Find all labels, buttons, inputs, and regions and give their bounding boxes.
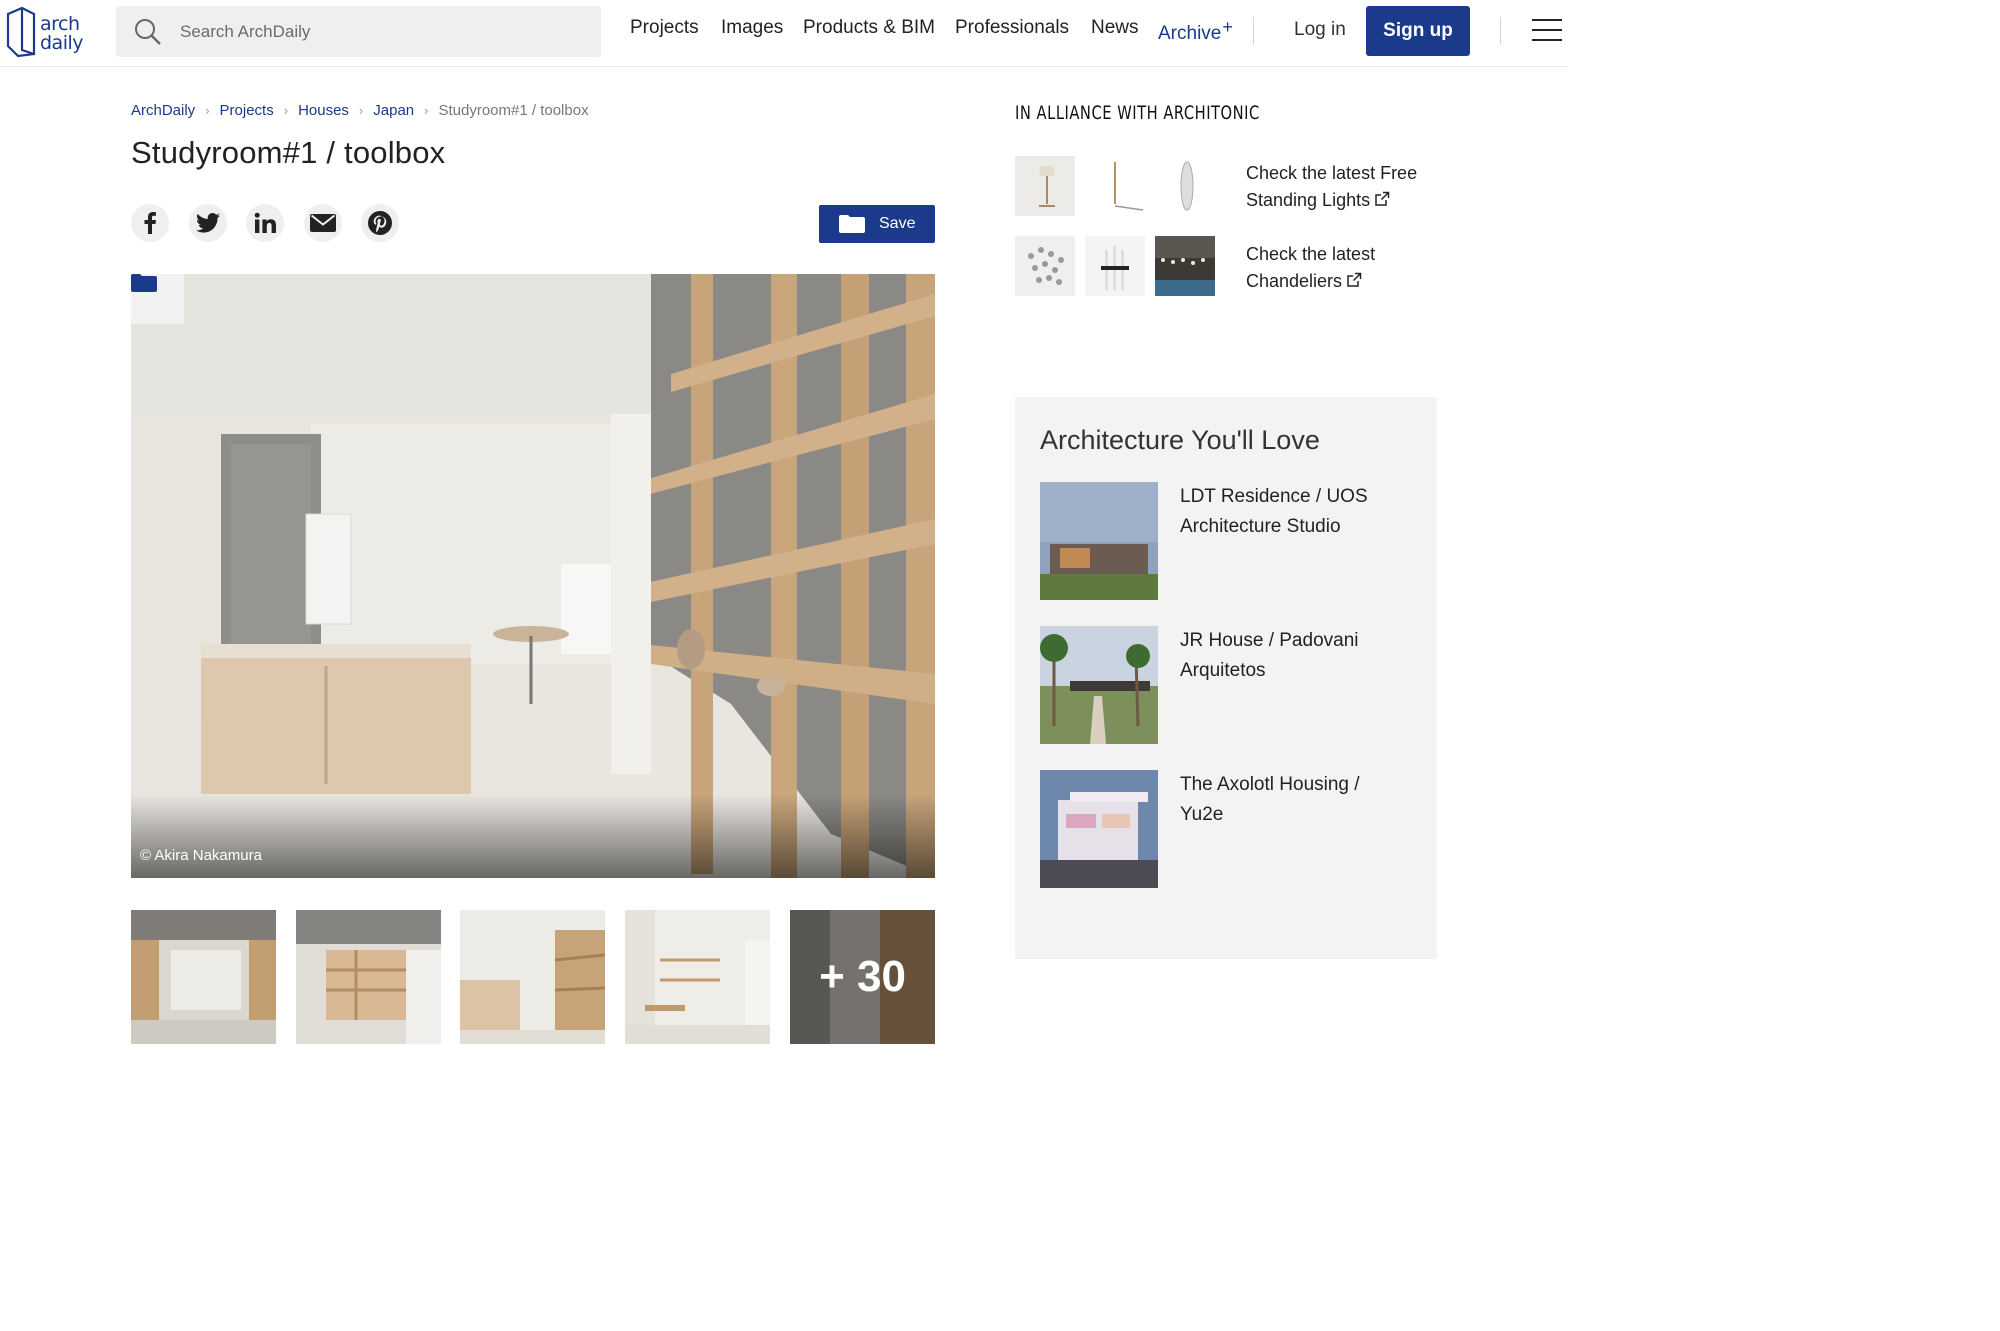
alliance-link-chandeliers[interactable]: Check the latest Chandeliers: [1246, 241, 1436, 295]
nav-news[interactable]: News: [1091, 17, 1139, 47]
breadcrumb-archdaily[interactable]: ArchDaily: [131, 102, 195, 119]
chevron-right-icon: ›: [205, 103, 210, 118]
breadcrumb-current: Studyroom#1 / toolbox: [438, 102, 589, 119]
interior-photo: [131, 274, 935, 878]
gallery-thumbnail[interactable]: [131, 910, 276, 1044]
nav-projects[interactable]: Projects: [630, 17, 699, 47]
alliance-link-lights[interactable]: Check the latest Free Standing Lights: [1246, 160, 1436, 214]
login-link[interactable]: Log in: [1294, 19, 1346, 41]
gallery-thumbnail-more[interactable]: + 30: [790, 910, 935, 1044]
recommendation-image[interactable]: [1040, 482, 1158, 600]
nav-archive-label: Archive: [1158, 23, 1222, 44]
recommendation-link[interactable]: JR House / Padovani Arquitetos: [1180, 626, 1400, 686]
recommendation-image[interactable]: [1040, 626, 1158, 744]
recommendations-title: Architecture You'll Love: [1040, 425, 1320, 455]
chevron-right-icon: ›: [283, 103, 289, 118]
external-link-icon: [1375, 191, 1390, 206]
logo-text-bottom: daily: [40, 32, 84, 54]
folder-icon: [839, 215, 865, 233]
chevron-right-icon: ›: [358, 103, 364, 118]
product-thumbnail[interactable]: [1015, 156, 1075, 216]
breadcrumb-projects[interactable]: Projects: [220, 102, 274, 119]
alliance-heading: IN ALLIANCE WITH ARCHITONIC: [1015, 102, 1260, 124]
photo-credit: © Akira Nakamura: [140, 847, 262, 864]
external-link-icon: [1347, 272, 1362, 287]
hamburger-menu-icon[interactable]: [1530, 17, 1562, 45]
product-thumbnail[interactable]: [1155, 156, 1215, 216]
folder-icon: [131, 274, 157, 292]
product-thumbnail[interactable]: [1015, 236, 1075, 296]
twitter-share-icon[interactable]: [189, 204, 227, 242]
signup-button[interactable]: Sign up: [1366, 6, 1470, 56]
recommendation-link[interactable]: LDT Residence / UOS Architecture Studio: [1180, 482, 1400, 542]
linkedin-share-icon[interactable]: [246, 204, 284, 242]
archdaily-logo[interactable]: arch daily: [4, 6, 88, 58]
breadcrumb-japan[interactable]: Japan: [373, 102, 414, 119]
save-button-label: Save: [879, 215, 916, 232]
search-icon[interactable]: [134, 18, 162, 46]
search-bar: [116, 6, 601, 57]
main-project-image[interactable]: © Akira Nakamura: [131, 274, 935, 878]
nav-products-bim[interactable]: Products & BIM: [803, 17, 935, 47]
chevron-right-icon: ›: [424, 103, 429, 118]
nav-divider: [1500, 17, 1501, 45]
logo-building-icon: [6, 6, 36, 58]
save-button[interactable]: Save: [819, 205, 935, 243]
pinterest-share-icon[interactable]: [361, 204, 399, 242]
email-share-icon[interactable]: [304, 204, 342, 242]
recommendations-panel: Architecture You'll Love LDT Residence /…: [1015, 397, 1437, 959]
gallery-thumbnail[interactable]: [625, 910, 770, 1044]
alliance-link-label: Check the latest Free Standing Lights: [1246, 163, 1418, 210]
nav-divider: [1253, 17, 1254, 45]
nav-professionals[interactable]: Professionals: [955, 17, 1069, 47]
image-shade: [131, 794, 935, 878]
facebook-share-icon[interactable]: [131, 204, 169, 242]
archive-plus-mark: +: [1222, 17, 1233, 37]
top-header: arch daily Projects Images Products & BI…: [0, 0, 1568, 67]
gallery-thumbnail[interactable]: [460, 910, 605, 1044]
breadcrumb: ArchDaily › Projects › Houses › Japan › …: [131, 102, 589, 119]
gallery-thumbnail[interactable]: [296, 910, 441, 1044]
nav-images[interactable]: Images: [721, 17, 783, 47]
product-thumbnail[interactable]: [1085, 156, 1145, 216]
image-save-button[interactable]: [131, 274, 184, 324]
more-images-count: + 30: [790, 910, 935, 1044]
page-title: Studyroom#1 / toolbox: [131, 135, 446, 170]
product-thumbnail[interactable]: [1085, 236, 1145, 296]
search-input[interactable]: [180, 6, 590, 57]
breadcrumb-houses[interactable]: Houses: [298, 102, 349, 119]
nav-archive[interactable]: Archive+: [1158, 17, 1233, 47]
product-thumbnail[interactable]: [1155, 236, 1215, 296]
recommendation-link[interactable]: The Axolotl Housing / Yu2e: [1180, 770, 1400, 830]
recommendation-image[interactable]: [1040, 770, 1158, 888]
